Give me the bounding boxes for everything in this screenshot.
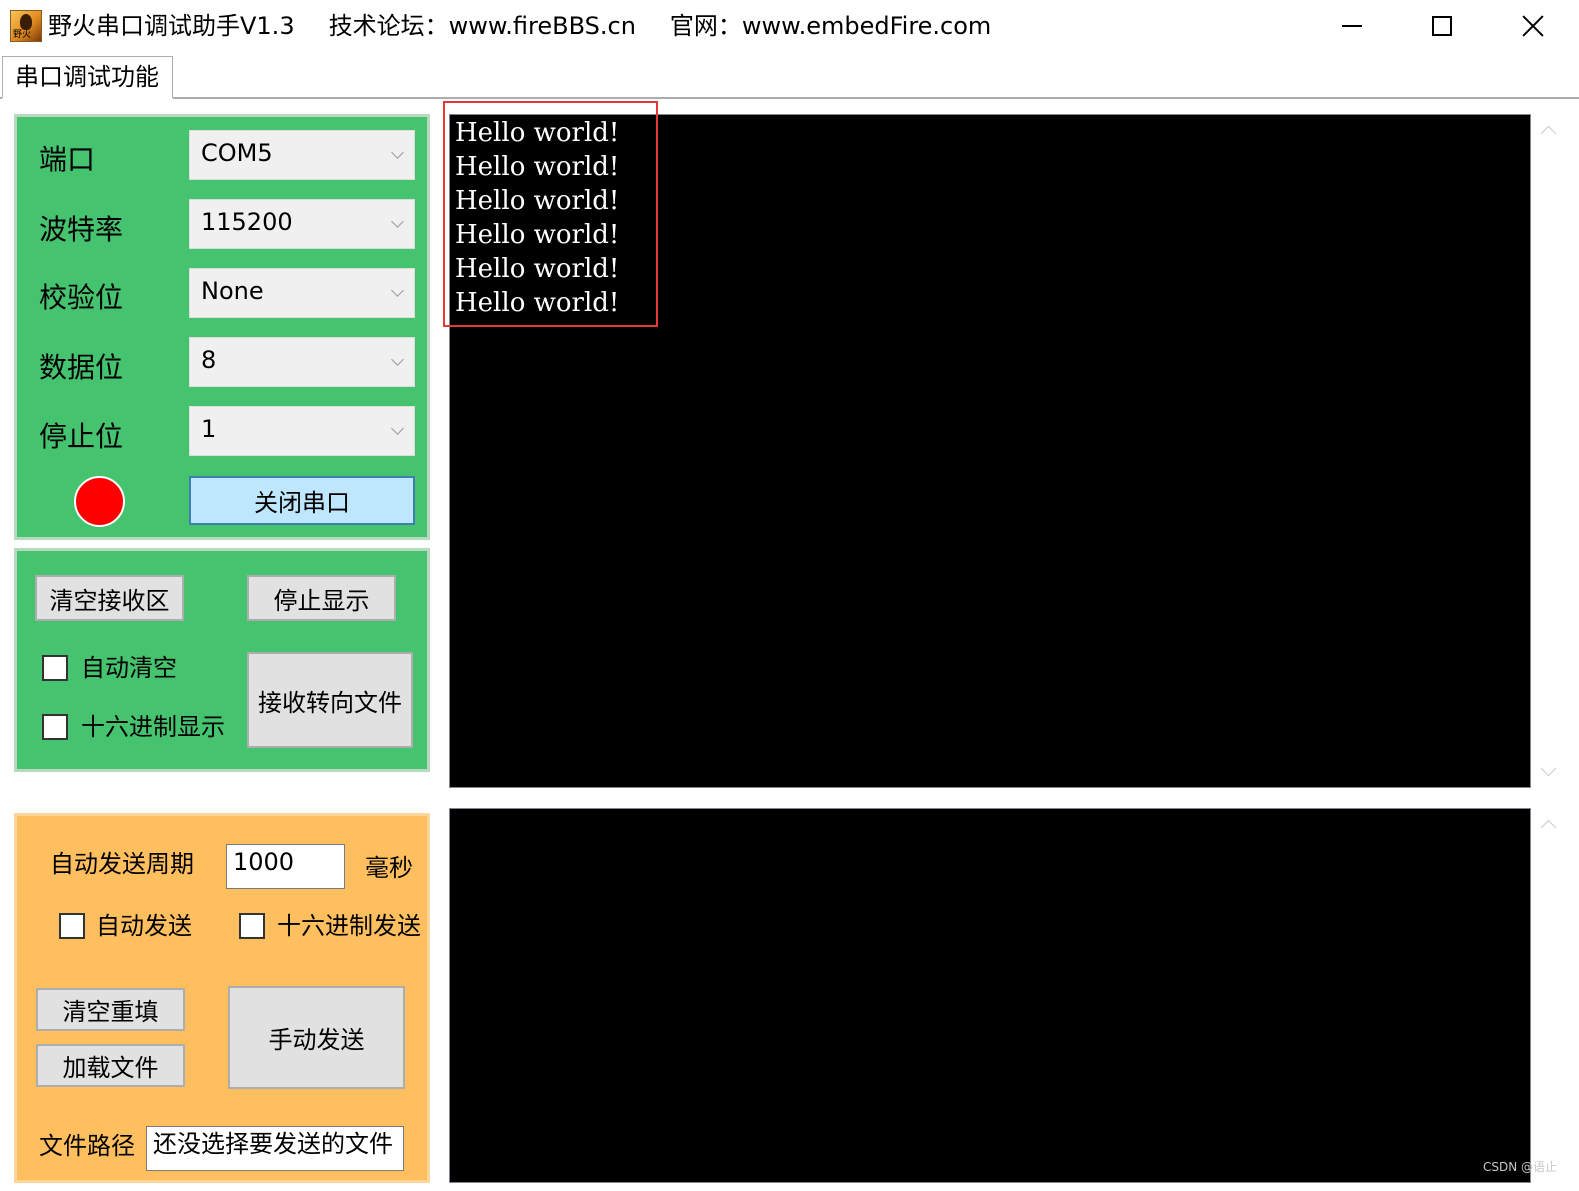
watermark: CSDN @语止 [1482, 1160, 1557, 1174]
close-icon [1522, 15, 1544, 37]
chevron-down-icon [391, 284, 404, 297]
stopbits-label: 停止位 [39, 420, 124, 453]
parity-value: None [201, 277, 264, 305]
file-path-input[interactable]: 还没选择要发送的文件 [146, 1126, 404, 1171]
hex-send-label: 十六进制发送 [277, 912, 421, 940]
receive-options-panel: 清空接收区 停止显示 自动清空 十六进制显示 接收转向文件 [14, 548, 430, 772]
app-logo-icon: 野火 [10, 10, 42, 42]
minimize-icon [1342, 25, 1362, 27]
scroll-down-icon [1540, 760, 1557, 777]
databits-value: 8 [201, 346, 217, 374]
auto-clear-label: 自动清空 [81, 654, 177, 682]
receive-scrollbar[interactable] [1531, 114, 1565, 788]
redirect-to-file-button[interactable]: 接收转向文件 [247, 652, 413, 748]
stop-display-button[interactable]: 停止显示 [247, 575, 396, 621]
databits-select[interactable]: 8 [189, 337, 415, 387]
auto-send-checkbox[interactable] [59, 913, 85, 939]
port-settings-panel: 端口 COM5 波特率 115200 校验位 None 数据位 8 停止位 1 … [14, 114, 430, 540]
tab-strip-border [0, 97, 1579, 99]
send-terminal[interactable] [449, 808, 1531, 1183]
title-bar: 野火 野火串口调试助手V1.3 技术论坛：www.fireBBS.cn 官网：www… [0, 0, 1579, 52]
load-file-button[interactable]: 加载文件 [36, 1044, 185, 1087]
chevron-down-icon [391, 353, 404, 366]
clear-receive-button[interactable]: 清空接收区 [35, 575, 184, 621]
annotation-highlight-box [443, 101, 658, 327]
databits-label: 数据位 [39, 351, 124, 384]
parity-select[interactable]: None [189, 268, 415, 318]
hex-display-label: 十六进制显示 [81, 713, 225, 741]
website-link-text: 官网：www.embedFire.com [669, 12, 992, 40]
chevron-down-icon [391, 422, 404, 435]
stopbits-value: 1 [201, 415, 217, 443]
maximize-icon [1432, 16, 1452, 36]
port-status-indicator [74, 476, 125, 527]
send-scrollbar[interactable] [1531, 808, 1565, 1183]
file-path-label: 文件路径 [39, 1132, 135, 1160]
clear-refill-button[interactable]: 清空重填 [36, 988, 185, 1031]
manual-send-button[interactable]: 手动发送 [228, 986, 405, 1089]
window-title: 野火串口调试助手V1.3 技术论坛：www.fireBBS.cn 官网：www.em… [48, 10, 1025, 42]
forum-link-text: 技术论坛：www.fireBBS.cn [328, 12, 636, 40]
close-port-button[interactable]: 关闭串口 [189, 476, 415, 525]
baud-select[interactable]: 115200 [189, 199, 415, 249]
period-input[interactable]: 1000 [226, 844, 345, 889]
auto-clear-checkbox[interactable] [42, 655, 68, 681]
hex-send-checkbox[interactable] [239, 913, 265, 939]
stopbits-select[interactable]: 1 [189, 406, 415, 456]
chevron-down-icon [391, 215, 404, 228]
scroll-up-icon [1540, 125, 1557, 142]
baud-label: 波特率 [39, 213, 124, 246]
chevron-down-icon [391, 146, 404, 159]
period-label: 自动发送周期 [50, 850, 194, 878]
minimize-button[interactable] [1306, 0, 1398, 52]
close-button[interactable] [1487, 0, 1579, 52]
tab-serial-debug[interactable]: 串口调试功能 [2, 56, 173, 99]
period-unit: 毫秒 [365, 854, 413, 882]
port-label: 端口 [39, 143, 96, 176]
auto-send-label: 自动发送 [96, 912, 192, 940]
port-select[interactable]: COM5 [189, 130, 415, 180]
baud-value: 115200 [201, 208, 293, 236]
scroll-up-icon [1540, 819, 1557, 836]
maximize-button[interactable] [1396, 0, 1488, 52]
hex-display-checkbox[interactable] [42, 714, 68, 740]
parity-label: 校验位 [39, 281, 124, 314]
port-value: COM5 [201, 139, 273, 167]
send-panel: 自动发送周期 1000 毫秒 自动发送 十六进制发送 清空重填 加载文件 手动发… [14, 813, 430, 1183]
app-title: 野火串口调试助手V1.3 [48, 12, 295, 40]
